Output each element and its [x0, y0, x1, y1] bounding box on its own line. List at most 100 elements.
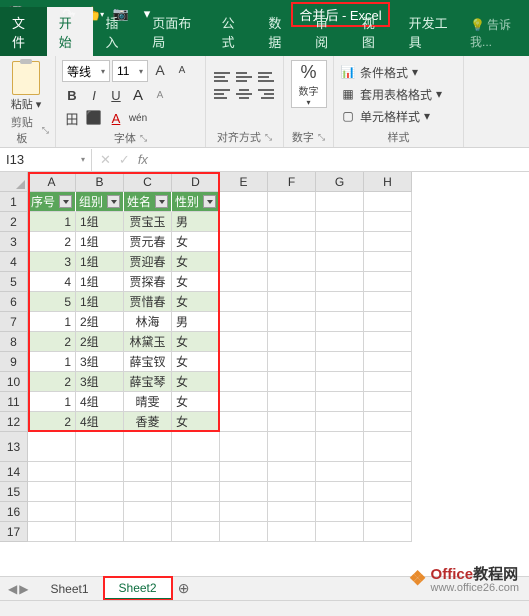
cell[interactable] [268, 352, 316, 372]
cell[interactable]: 3 [28, 252, 76, 272]
col-header-D[interactable]: D [172, 172, 220, 192]
row-header-9[interactable]: 9 [0, 352, 28, 372]
cell[interactable] [364, 332, 412, 352]
filter-button[interactable] [107, 195, 120, 208]
clipboard-launcher[interactable]: ⤡ [42, 125, 49, 136]
cell[interactable] [268, 312, 316, 332]
cell[interactable] [364, 412, 412, 432]
row-header-12[interactable]: 12 [0, 412, 28, 432]
font-size-combo[interactable]: 11▾ [112, 60, 148, 82]
row-header-1[interactable]: 1 [0, 192, 28, 212]
cell[interactable] [316, 392, 364, 412]
align-right-button[interactable] [258, 89, 274, 103]
cell[interactable] [220, 392, 268, 412]
row-header-8[interactable]: 8 [0, 332, 28, 352]
cell[interactable] [220, 312, 268, 332]
cell[interactable]: 薛宝钗 [124, 352, 172, 372]
cell[interactable] [316, 412, 364, 432]
cell[interactable]: 薛宝琴 [124, 372, 172, 392]
cell[interactable]: 男 [172, 212, 220, 232]
paste-button[interactable]: 粘贴 ▾ [6, 60, 46, 112]
tab-insert[interactable]: 插入 [93, 7, 140, 56]
cell[interactable]: 贾迎春 [124, 252, 172, 272]
table-header[interactable]: 组别 [76, 192, 124, 212]
cell[interactable] [364, 482, 412, 502]
cell[interactable] [316, 192, 364, 212]
cell[interactable]: 女 [172, 412, 220, 432]
cell[interactable] [220, 272, 268, 292]
cell[interactable]: 1 [28, 392, 76, 412]
cell[interactable] [268, 272, 316, 292]
cell[interactable] [316, 272, 364, 292]
cell[interactable]: 女 [172, 252, 220, 272]
cell[interactable] [268, 332, 316, 352]
cell[interactable] [268, 252, 316, 272]
fx-button[interactable]: fx [138, 152, 148, 167]
cell[interactable] [28, 462, 76, 482]
cell[interactable] [316, 352, 364, 372]
row-header-2[interactable]: 2 [0, 212, 28, 232]
cell[interactable] [220, 372, 268, 392]
cell[interactable] [124, 432, 172, 462]
cell[interactable]: 1 [28, 352, 76, 372]
cell[interactable] [220, 522, 268, 542]
cell[interactable] [316, 232, 364, 252]
cell[interactable] [364, 192, 412, 212]
cell[interactable] [268, 392, 316, 412]
cell[interactable] [220, 212, 268, 232]
phonetic-button[interactable]: wén [128, 108, 148, 128]
row-header-11[interactable]: 11 [0, 392, 28, 412]
cell[interactable]: 1组 [76, 232, 124, 252]
name-box[interactable]: I13▾ [0, 149, 92, 171]
row-header-13[interactable]: 13 [0, 432, 28, 462]
tab-view[interactable]: 视图 [350, 7, 397, 56]
row-header-17[interactable]: 17 [0, 522, 28, 542]
cell[interactable] [316, 372, 364, 392]
italic-button[interactable]: I [84, 85, 104, 105]
cell[interactable]: 4 [28, 272, 76, 292]
cell[interactable]: 1 [28, 212, 76, 232]
cell[interactable] [76, 462, 124, 482]
shrink-font-button[interactable]: A [172, 60, 192, 80]
cell[interactable]: 1组 [76, 292, 124, 312]
cell[interactable] [316, 332, 364, 352]
cell[interactable]: 2 [28, 232, 76, 252]
grow-font-button[interactable]: A [150, 60, 170, 80]
cell[interactable] [364, 252, 412, 272]
font-launcher[interactable]: ⤡ [140, 133, 147, 144]
cell[interactable] [364, 312, 412, 332]
cell[interactable] [268, 192, 316, 212]
table-header[interactable]: 性别 [172, 192, 220, 212]
cell[interactable] [124, 462, 172, 482]
cell[interactable] [124, 502, 172, 522]
sheet-prev-icon[interactable]: ◀ [8, 582, 17, 596]
cell[interactable]: 男 [172, 312, 220, 332]
tab-layout[interactable]: 页面布局 [140, 7, 209, 56]
filter-button[interactable] [203, 195, 216, 208]
cell[interactable] [268, 522, 316, 542]
cell[interactable]: 林黛玉 [124, 332, 172, 352]
cell[interactable]: 2 [28, 372, 76, 392]
cell[interactable] [28, 482, 76, 502]
cell[interactable]: 香菱 [124, 412, 172, 432]
cell[interactable] [28, 502, 76, 522]
cell[interactable] [364, 372, 412, 392]
cell[interactable]: 女 [172, 272, 220, 292]
cell[interactable] [172, 432, 220, 462]
cell[interactable] [316, 482, 364, 502]
cell[interactable] [220, 482, 268, 502]
cell[interactable]: 林海 [124, 312, 172, 332]
table-format-button[interactable]: ▦套用表格格式 ▾ [340, 84, 450, 104]
col-header-B[interactable]: B [76, 172, 124, 192]
col-header-F[interactable]: F [268, 172, 316, 192]
cell[interactable]: 女 [172, 392, 220, 412]
row-header-4[interactable]: 4 [0, 252, 28, 272]
cell[interactable]: 3组 [76, 372, 124, 392]
cell[interactable] [268, 212, 316, 232]
row-header-16[interactable]: 16 [0, 502, 28, 522]
cell[interactable] [316, 252, 364, 272]
redo-button[interactable]: ↷▾ [58, 3, 80, 25]
cell[interactable] [316, 522, 364, 542]
cell[interactable] [220, 192, 268, 212]
fill-button[interactable]: ⬛ [84, 108, 104, 128]
